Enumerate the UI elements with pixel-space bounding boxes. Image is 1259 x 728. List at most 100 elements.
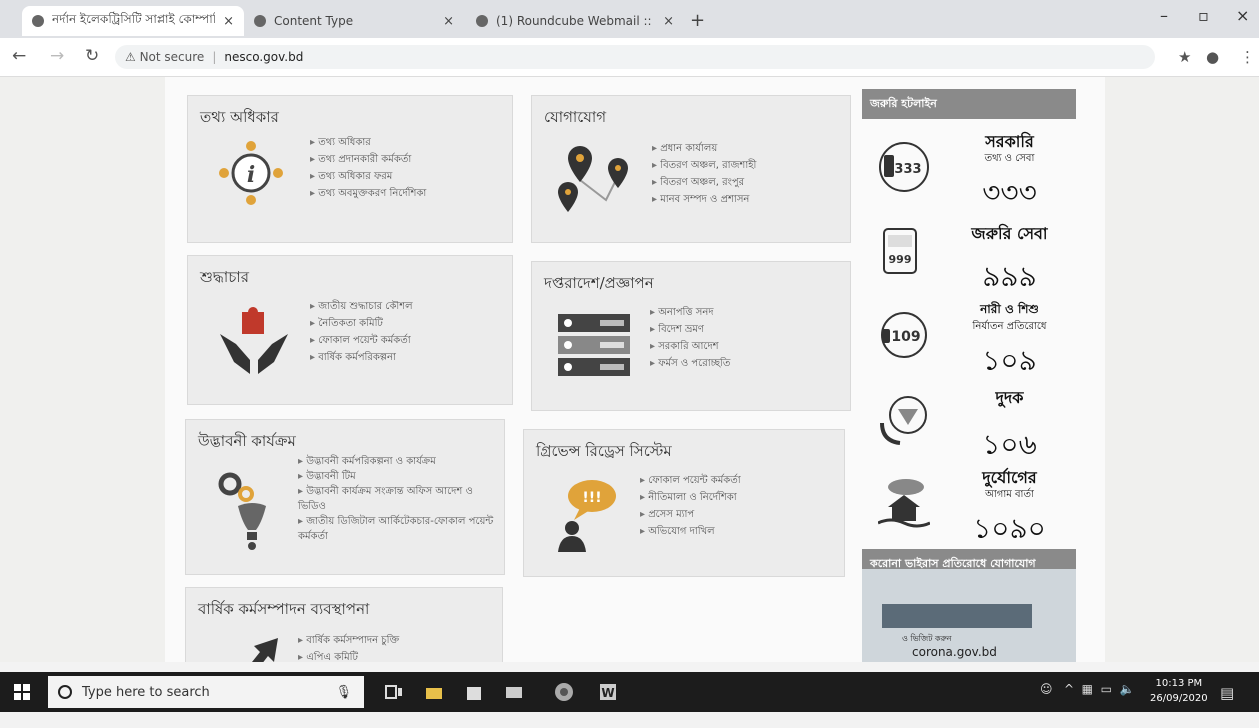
back-icon[interactable]: ← bbox=[12, 46, 26, 66]
list-item[interactable]: অনাপত্তি সনদ bbox=[650, 304, 730, 321]
maximize-button[interactable]: ▫ bbox=[1198, 6, 1209, 25]
chevron-up-icon[interactable]: ^ bbox=[1064, 682, 1074, 696]
svg-text:!!!: !!! bbox=[582, 490, 601, 506]
svg-text:i: i bbox=[247, 162, 255, 188]
list-item[interactable]: জাতীয় শুদ্ধাচার কৌশল bbox=[310, 298, 412, 315]
list-item[interactable]: তথ্য প্রদানকারী কর্মকর্তা bbox=[310, 151, 426, 168]
list-item[interactable]: তথ্য অধিকার ফরম bbox=[310, 168, 426, 185]
card-title: দপ্তরাদেশ/প্রজ্ঞাপন bbox=[544, 274, 654, 292]
close-window-button[interactable]: × bbox=[1236, 6, 1249, 25]
profile-avatar[interactable]: ● bbox=[1206, 48, 1219, 66]
svg-text:W: W bbox=[601, 686, 614, 700]
hotline-label: সরকারি তথ্য ও সেবা bbox=[984, 132, 1035, 164]
tab-content-type[interactable]: Content Type × bbox=[244, 6, 464, 36]
new-tab-button[interactable]: + bbox=[690, 10, 705, 31]
tab-close-button[interactable]: × bbox=[663, 14, 674, 29]
map-pin-icon bbox=[558, 146, 628, 212]
tab-close-button[interactable]: × bbox=[223, 14, 234, 29]
hotline-header: জরুরি হটলাইন bbox=[862, 89, 1076, 119]
list-item[interactable]: প্রধান কার্যালয় bbox=[652, 140, 756, 157]
roundcube-favicon bbox=[476, 15, 488, 27]
list-item[interactable]: নীতিমালা ও নির্দেশিকা bbox=[640, 489, 741, 506]
card-grievance: গ্রিভেন্স রিড্রেস সিস্টেম !!! ফোকাল পয়ে… bbox=[523, 429, 845, 577]
link-list: অনাপত্তি সনদ বিদেশ ভ্রমণ সরকারি আদেশ ফর্… bbox=[650, 304, 730, 372]
list-item[interactable]: বিতরণ অঞ্চল, রাজশাহী bbox=[652, 157, 756, 174]
word-icon[interactable]: W bbox=[598, 682, 618, 702]
system-tray[interactable]: ☺ ^ ▦ ▭ 🔈 bbox=[1040, 682, 1135, 696]
hotline-label: জরুরি সেবা bbox=[971, 224, 1048, 243]
tab-title: Content Type bbox=[274, 14, 354, 28]
list-item[interactable]: তথ্য অবমুক্তকরণ নির্দেশিকা bbox=[310, 185, 426, 202]
people-icon[interactable]: ☺ bbox=[1040, 682, 1053, 696]
list-item[interactable]: ফর্মস ও পরোচ্ছতি bbox=[650, 355, 730, 372]
list-item[interactable]: সরকারি আদেশ bbox=[650, 338, 730, 355]
disaster-1090-icon bbox=[878, 479, 930, 528]
helpline-109-icon: 109 bbox=[881, 312, 927, 358]
list-item[interactable]: বিতরণ অঞ্চল, রংপুর bbox=[652, 174, 756, 191]
windows-start-icon[interactable] bbox=[14, 684, 30, 700]
hotline-label: নারী ও শিশু নির্যাতন প্রতিরোধে bbox=[972, 302, 1047, 332]
hotline-106[interactable]: দুদক ১০৬ bbox=[872, 379, 1072, 461]
corona-url[interactable]: corona.gov.bd bbox=[912, 645, 997, 659]
list-item[interactable]: উদ্ভাবনী কার্যক্রম সংক্রান্ত অফিস আদেশ ও… bbox=[298, 484, 494, 514]
microphone-icon[interactable]: 🎙 bbox=[335, 685, 352, 700]
store-icon[interactable] bbox=[464, 682, 484, 702]
file-explorer-icon[interactable] bbox=[424, 682, 444, 702]
list-item[interactable]: নৈতিকতা কমিটি bbox=[310, 315, 413, 332]
battery-icon[interactable]: ▭ bbox=[1101, 682, 1112, 696]
clock[interactable]: 10:13 PM 26/09/2020 bbox=[1150, 676, 1208, 706]
search-placeholder: Type here to search bbox=[82, 684, 210, 700]
corona-banner[interactable]: ও ভিজিট করুন corona.gov.bd bbox=[862, 569, 1076, 662]
list-item[interactable]: উদ্ভাবনী কর্মপরিকল্পনা ও কার্যক্রম bbox=[298, 454, 494, 469]
link-list: বার্ষিক কর্মসম্পাদন চুক্তি এপিএ কমিটি bbox=[298, 632, 399, 662]
hotline-sidebar: জরুরি হটলাইন 333 সরকারি তথ্য ও সেবা ৩৩৩ 9… bbox=[862, 89, 1076, 662]
bulb-gears-icon bbox=[218, 472, 266, 550]
network-icon[interactable]: ▦ bbox=[1082, 682, 1093, 696]
list-item[interactable]: বিদেশ ভ্রমণ bbox=[650, 321, 730, 338]
card-rti: তথ্য অধিকার i তথ্য অধিকার তথ্য প্রদানকার… bbox=[187, 95, 513, 243]
taskbar-search-box[interactable]: Type here to search 🎙 bbox=[48, 676, 364, 708]
card-innovation: উদ্ভাবনী কার্যক্রম উদ্ভাবনী কর্মপরিকল্পন… bbox=[185, 419, 505, 575]
warning-icon: ⚠ bbox=[125, 50, 140, 64]
list-item[interactable]: বার্ষিক কর্মপরিকল্পনা bbox=[310, 349, 413, 366]
mail-icon[interactable] bbox=[504, 682, 524, 702]
link-list: জাতীয় শুদ্ধাচার কৌশল নৈতিকতা কমিটি ফোকা… bbox=[310, 298, 413, 366]
link-list: তথ্য অধিকার তথ্য প্রদানকারী কর্মকর্তা তথ… bbox=[310, 134, 426, 202]
hotline-999[interactable]: 999 জরুরি সেবা ৯৯৯ bbox=[872, 211, 1072, 293]
list-item[interactable]: জাতীয় ডিজিটাল আর্কিটেকচার-ফোকাল পয়েন্ট… bbox=[298, 514, 494, 544]
minimize-button[interactable]: – bbox=[1160, 6, 1168, 25]
list-item[interactable]: বার্ষিক কর্মসম্পাদন চুক্তি bbox=[298, 632, 399, 649]
url-text: nesco.gov.bd bbox=[224, 50, 304, 64]
list-item[interactable]: মানব সম্পদ ও প্রশাসন bbox=[652, 191, 756, 208]
card-title: গ্রিভেন্স রিড্রেস সিস্টেম bbox=[536, 442, 672, 460]
menu-icon[interactable]: ⋮ bbox=[1240, 48, 1255, 66]
tab-strip: নর্দান ইলেকট্রিসিটি সাপ্লাই কোম্পানি × C… bbox=[0, 0, 1259, 38]
list-item[interactable]: ফোকাল পয়েন্ট কর্মকর্তা bbox=[310, 332, 413, 349]
reload-icon[interactable]: ↻ bbox=[85, 46, 99, 66]
notification-icon[interactable]: ▤ bbox=[1220, 684, 1234, 702]
separator: | bbox=[212, 50, 217, 64]
forward-icon[interactable]: → bbox=[50, 46, 64, 66]
list-item[interactable]: ফোকাল পয়েন্ট কর্মকর্তা bbox=[640, 472, 740, 489]
list-item[interactable]: তথ্য অধিকার bbox=[310, 134, 426, 151]
hotline-109[interactable]: 109 নারী ও শিশু নির্যাতন প্রতিরোধে ১০৯ bbox=[872, 295, 1072, 377]
address-bar[interactable]: ⚠ Not secure | nesco.gov.bd bbox=[115, 45, 1155, 69]
list-item[interactable]: প্রসেস ম্যাপ bbox=[640, 506, 741, 523]
volume-icon[interactable]: 🔈 bbox=[1120, 682, 1135, 696]
list-item[interactable]: অভিযোগ দাখিল bbox=[640, 523, 741, 540]
cortana-icon bbox=[58, 685, 72, 699]
card-integrity: শুদ্ধাচার জাতীয় শুদ্ধাচার কৌশল নৈতিকতা … bbox=[187, 255, 513, 405]
tab-roundcube[interactable]: (1) Roundcube Webmail :: Scree × bbox=[466, 6, 684, 36]
list-item[interactable]: উদ্ভাবনী টিম bbox=[298, 469, 494, 484]
tab-close-button[interactable]: × bbox=[443, 14, 454, 29]
task-view-icon[interactable] bbox=[384, 682, 404, 702]
card-contact: যোগাযোগ প্রধান কার্যালয় বিতরণ অঞ্চল, রা… bbox=[531, 95, 851, 243]
hotline-1090[interactable]: দুর্যোগের আগাম বার্তা ১০৯০ bbox=[872, 463, 1072, 545]
tab-nesco[interactable]: নর্দান ইলেকট্রিসিটি সাপ্লাই কোম্পানি × bbox=[22, 6, 244, 36]
card-apa: বার্ষিক কর্মসম্পাদন ব্যবস্থাপনা বার্ষিক … bbox=[185, 587, 503, 662]
list-item[interactable]: এপিএ কমিটি bbox=[298, 649, 399, 662]
chrome-icon[interactable] bbox=[554, 682, 574, 702]
hotline-333[interactable]: 333 সরকারি তথ্য ও সেবা ৩৩৩ bbox=[872, 127, 1072, 209]
bookmark-star-icon[interactable]: ★ bbox=[1178, 48, 1191, 66]
link-list: উদ্ভাবনী কর্মপরিকল্পনা ও কার্যক্রম উদ্ভা… bbox=[298, 454, 494, 544]
